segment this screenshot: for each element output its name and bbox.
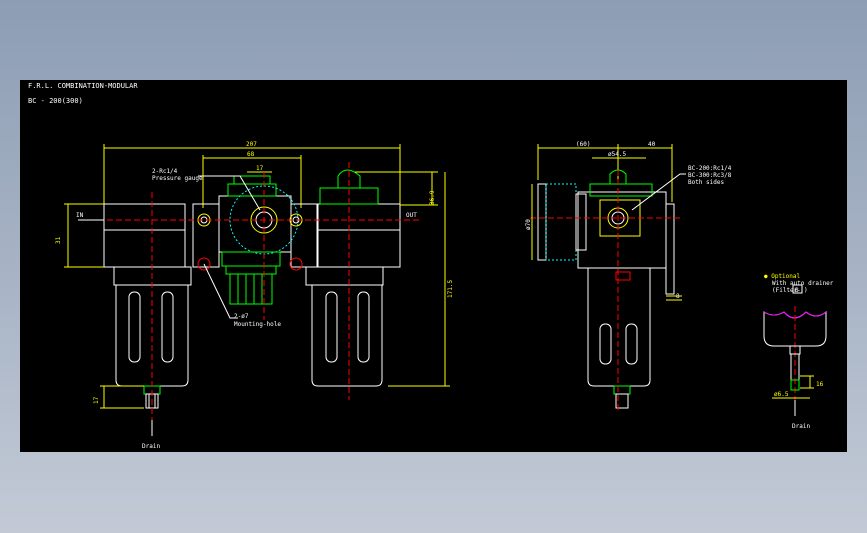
callout-hole-size: 2-ø7: [234, 313, 249, 320]
front-dim-height: 171.5: [447, 280, 454, 298]
front-dim-center: 68: [247, 151, 255, 158]
detail-dim-small: 16: [816, 381, 824, 388]
front-dim-width: 207: [246, 141, 257, 148]
detail-box-text: B: [795, 287, 799, 294]
detail-line2-end: ): [804, 287, 808, 294]
side-dim-center: ø54.5: [608, 151, 626, 158]
port-out-label: OUT: [406, 212, 417, 219]
drawing-title: F.R.L. COMBINATION-MODULAR: [28, 82, 138, 90]
front-dim-small: 17: [256, 165, 264, 172]
detail-drain-label: Drain: [792, 423, 810, 430]
side-dim-step: 8: [676, 293, 680, 300]
front-drain-label: Drain: [142, 443, 160, 450]
front-dim-left: 31: [55, 236, 62, 244]
drawing-model: BC - 200(300): [28, 97, 83, 105]
cad-viewport: F.R.L. COMBINATION-MODULAR BC - 200(300): [20, 80, 847, 452]
callout-hole: Mounting-hole: [234, 321, 281, 328]
side-view: [530, 144, 686, 410]
detail-dim-bottom: ø6.5: [774, 391, 789, 398]
side-callout-line2: BC-300:Rc3/8: [688, 172, 732, 179]
side-callout-line3: Both sides: [688, 179, 725, 186]
front-view: [64, 144, 450, 436]
cad-drawing: F.R.L. COMBINATION-MODULAR BC - 200(300): [28, 82, 834, 450]
side-dim-left: (60): [576, 141, 590, 148]
detail-bullet: ● Optional: [764, 273, 801, 280]
side-dim-right: 40: [648, 141, 656, 148]
front-dim-bottom: 17: [93, 396, 100, 404]
callout-gauge-port: 2-Rc1/4: [152, 168, 178, 175]
side-dim-diameter: ø70: [525, 219, 532, 230]
port-in-label: IN: [76, 212, 84, 219]
front-dim-top-right: 36.9: [429, 190, 436, 205]
detail-line1: With auto drainer: [772, 280, 834, 287]
callout-gauge: Pressure gauge: [152, 175, 203, 182]
side-callout-line1: BC-200:Rc1/4: [688, 165, 732, 172]
